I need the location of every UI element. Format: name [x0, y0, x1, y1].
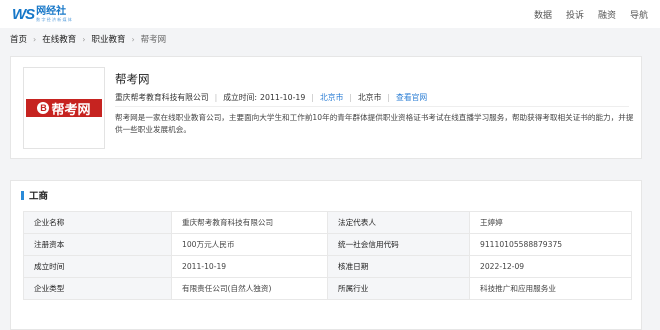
field-value: 重庆帮考教育科技有限公司	[171, 211, 328, 234]
field-label: 注册资本	[23, 233, 172, 256]
field-value: 2022-12-09	[469, 255, 632, 278]
legal-name: 重庆帮考教育科技有限公司	[115, 93, 209, 102]
table-row: 成立时间 2011-10-19 核准日期 2022-12-09	[23, 255, 632, 278]
table-row: 企业名称 重庆帮考教育科技有限公司 法定代表人 王婷婷	[23, 211, 632, 234]
top-bar: WS 网经社 数 字 经 济 新 媒 体 数据 投诉 融资 导航	[0, 0, 660, 28]
breadcrumb-home[interactable]: 首页	[10, 33, 27, 45]
field-label: 成立时间	[23, 255, 172, 278]
company-name: 帮考网	[115, 72, 150, 86]
breadcrumb: 首页 › 在线教育 › 职业教育 › 帮考网	[0, 28, 660, 50]
founded-label: 成立时间:	[223, 93, 258, 102]
logo-mark: WS	[12, 5, 35, 23]
brand-b-icon: B	[37, 102, 50, 114]
logo-title: 网经社	[36, 5, 67, 17]
section-header: 工商	[21, 188, 48, 202]
field-label: 企业类型	[23, 277, 172, 300]
field-value: 有限责任公司(自然人独资)	[171, 277, 328, 300]
breadcrumb-online-education[interactable]: 在线教育	[42, 33, 76, 45]
field-label: 所属行业	[327, 277, 470, 300]
business-info-table: 企业名称 重庆帮考教育科技有限公司 法定代表人 王婷婷 注册资本 100万元人民…	[23, 211, 632, 300]
brand-wordmark: 帮考网	[51, 102, 91, 118]
nav-directory[interactable]: 导航	[630, 8, 648, 21]
field-value: 100万元人民币	[171, 233, 328, 256]
city-link[interactable]: 北京市	[320, 92, 343, 103]
logo-tagline: 数 字 经 济 新 媒 体	[36, 16, 72, 22]
field-label: 企业名称	[23, 211, 172, 234]
table-row: 注册资本 100万元人民币 统一社会信用代码 91110105588879375	[23, 233, 632, 256]
field-value: 王婷婷	[469, 211, 632, 234]
field-label: 统一社会信用代码	[327, 233, 470, 256]
field-value: 科技推广和应用服务业	[469, 277, 632, 300]
field-label: 核准日期	[327, 255, 470, 278]
site-logo[interactable]: WS 网经社 数 字 经 济 新 媒 体	[12, 6, 72, 23]
field-value: 91110105588879375	[469, 233, 632, 256]
chevron-right-icon: ›	[131, 34, 135, 44]
nav-complaints[interactable]: 投诉	[566, 8, 584, 21]
company-meta: 重庆帮考教育科技有限公司 | 成立时间: 2011-10-19 | 北京市 | …	[115, 92, 428, 103]
section-title: 工商	[29, 191, 49, 202]
nav-financing[interactable]: 融资	[598, 8, 616, 21]
breadcrumb-current: 帮考网	[140, 35, 167, 45]
founded-date: 2011-10-19	[260, 93, 306, 102]
chevron-right-icon: ›	[33, 34, 37, 44]
breadcrumb-vocational-education[interactable]: 职业教育	[91, 33, 125, 45]
business-info-card: 工商 企业名称 重庆帮考教育科技有限公司 法定代表人 王婷婷 注册资本 100万…	[10, 180, 642, 330]
company-card: B 帮考网 帮考网 重庆帮考教育科技有限公司 | 成立时间: 2011-10-1…	[10, 56, 642, 159]
field-value: 2011-10-19	[171, 255, 328, 278]
main-nav: 数据 投诉 融资 导航	[534, 8, 648, 21]
view-website-link[interactable]: 查看官网	[396, 92, 427, 103]
nav-data[interactable]: 数据	[534, 8, 552, 21]
section-accent-bar	[21, 190, 24, 200]
company-description: 帮考网是一家在线职业教育公司，主要面向大学生和工作前10年的青年群体提供职业资格…	[115, 113, 634, 134]
city: 北京市	[358, 93, 382, 102]
chevron-right-icon: ›	[82, 34, 86, 44]
company-logo: B 帮考网	[23, 67, 105, 149]
divider	[115, 106, 629, 107]
table-row: 企业类型 有限责任公司(自然人独资) 所属行业 科技推广和应用服务业	[23, 277, 632, 300]
field-label: 法定代表人	[327, 211, 470, 234]
